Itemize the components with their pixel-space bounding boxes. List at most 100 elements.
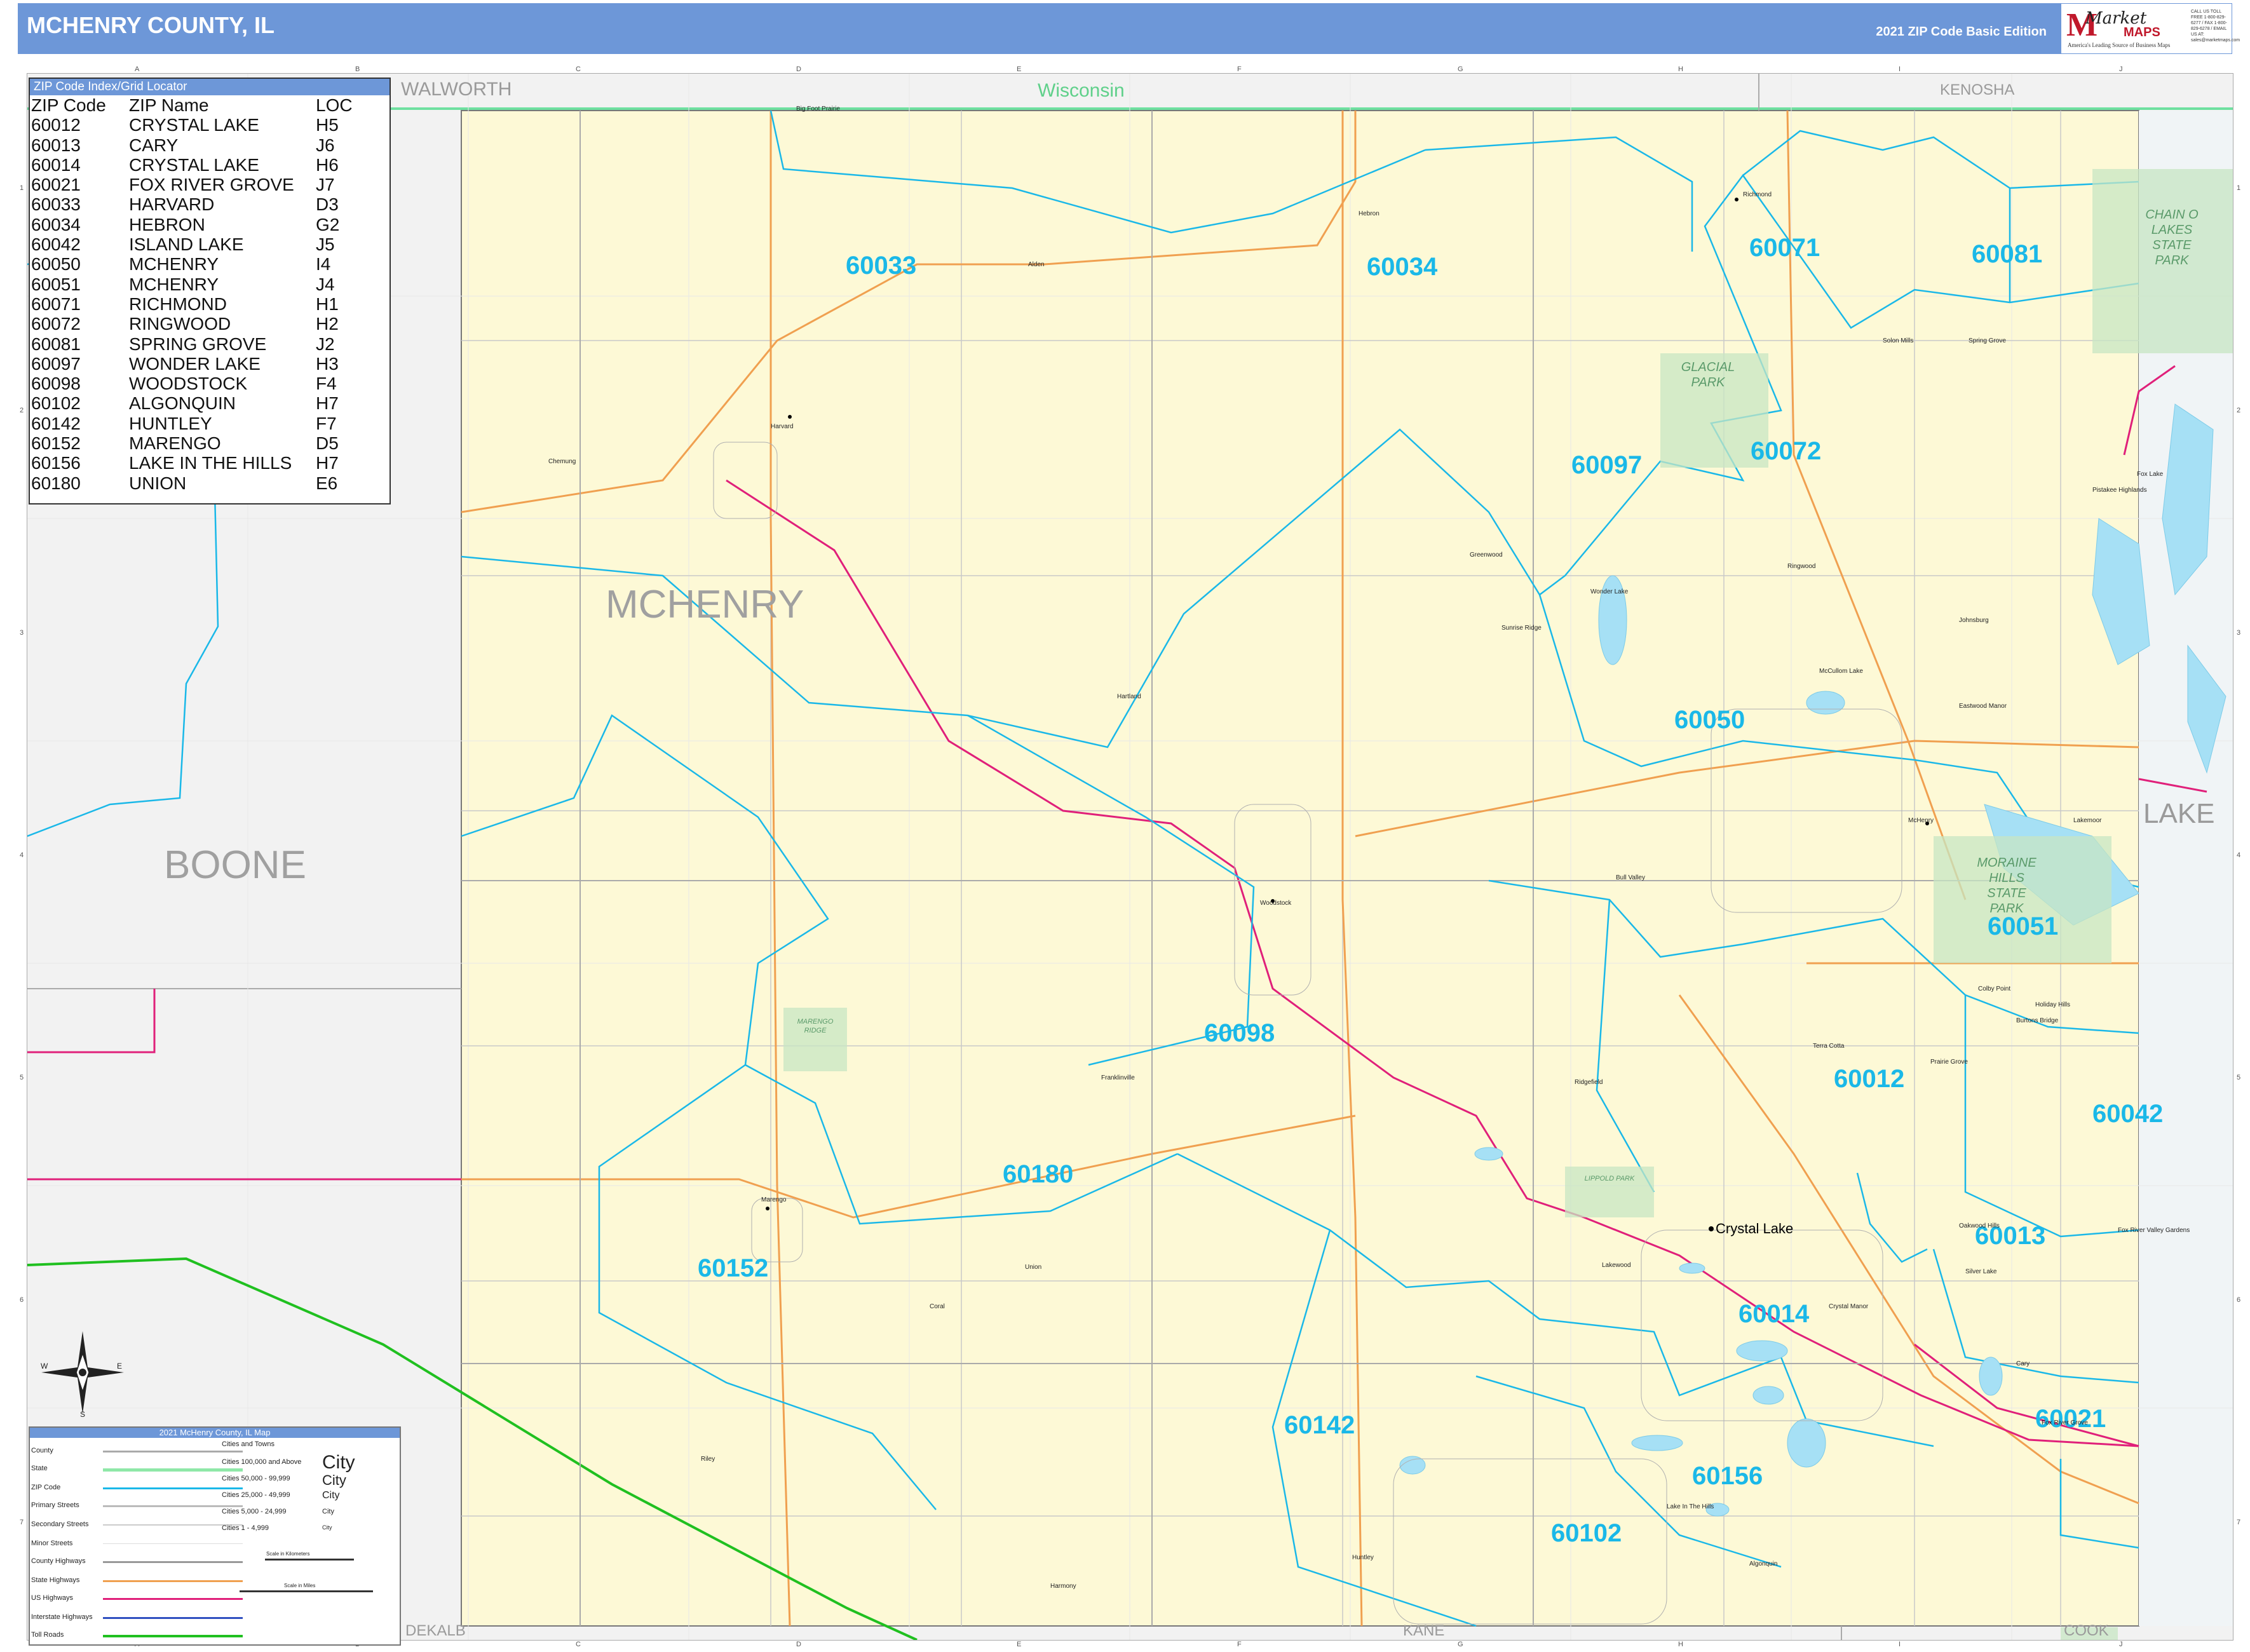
city-label-spring-grove[interactable]: Spring Grove xyxy=(1969,337,2006,344)
zip-index-cell-code: 60051 xyxy=(31,274,81,294)
zip-index-row: 60042 ISLAND LAKE J5 xyxy=(31,234,355,254)
zip-label-60042[interactable]: 60042 xyxy=(2092,1100,2163,1128)
zip-label-60033[interactable]: 60033 xyxy=(846,252,916,280)
city-label-hartland[interactable]: Hartland xyxy=(1117,693,1141,700)
grid-letter: I xyxy=(1899,1641,1901,1648)
legend-primary: Primary Streets xyxy=(31,1501,79,1509)
city-label-silver-lake[interactable]: Silver Lake xyxy=(1965,1268,1996,1275)
city-label-prairie-grove[interactable]: Prairie Grove xyxy=(1930,1059,1968,1066)
city-label-johnsburg[interactable]: Johnsburg xyxy=(1959,617,1989,624)
zip-index-cell-code: 60014 xyxy=(31,154,81,175)
grid-letter: A xyxy=(135,65,140,73)
zip-index-cell-name: ISLAND LAKE xyxy=(129,234,244,255)
zip-label-60102[interactable]: 60102 xyxy=(1551,1519,1622,1548)
city-label-fox-river-valley-gardens[interactable]: Fox River Valley Gardens xyxy=(2118,1227,2190,1234)
zip-label-60071[interactable]: 60071 xyxy=(1749,234,1820,262)
zip-index-row: 60051 MCHENRY J4 xyxy=(31,274,355,294)
zip-label-60034[interactable]: 60034 xyxy=(1367,253,1437,281)
city-label-bull-valley[interactable]: Bull Valley xyxy=(1616,874,1645,881)
city-label-ringwood[interactable]: Ringwood xyxy=(1787,563,1815,570)
zip-index-cell-code: 60013 xyxy=(31,135,81,155)
zip-label-60142[interactable]: 60142 xyxy=(1284,1411,1355,1440)
zip-label-60156[interactable]: 60156 xyxy=(1692,1462,1763,1491)
header-bar: MCHENRY COUNTY, IL 2021 ZIP Code Basic E… xyxy=(18,3,2240,54)
zip-index-cell-code: 60021 xyxy=(31,175,81,195)
city-label-eastwood-manor[interactable]: Eastwood Manor xyxy=(1959,703,2007,710)
legend-city-sample-4: City xyxy=(322,1524,332,1531)
city-label-richmond[interactable]: Richmond xyxy=(1743,191,1772,198)
city-label-cary[interactable]: Cary xyxy=(2016,1360,2030,1367)
compass-e: E xyxy=(117,1362,122,1371)
zip-label-60012[interactable]: 60012 xyxy=(1834,1065,1904,1093)
zip-index-row: 60033 HARVARD D3 xyxy=(31,194,355,214)
city-label-pistakee-highlands[interactable]: Pistakee Highlands xyxy=(2092,487,2147,494)
city-label-greenwood[interactable]: Greenwood xyxy=(1470,552,1503,559)
city-label-wonder-lake[interactable]: Wonder Lake xyxy=(1590,588,1628,595)
zip-label-60014[interactable]: 60014 xyxy=(1738,1300,1809,1329)
city-label-riley[interactable]: Riley xyxy=(701,1456,715,1463)
city-label-lake-in-the-hills[interactable]: Lake In The Hills xyxy=(1667,1503,1714,1510)
city-label-huntley[interactable]: Huntley xyxy=(1352,1554,1374,1561)
city-label-mccullom-lake[interactable]: McCullom Lake xyxy=(1819,668,1863,675)
city-label-holiday-hills[interactable]: Holiday Hills xyxy=(2035,1001,2070,1008)
city-label-crystal-lake[interactable]: Crystal Lake xyxy=(1716,1221,1793,1237)
city-label-terra-cotta[interactable]: Terra Cotta xyxy=(1813,1043,1844,1050)
city-label-union[interactable]: Union xyxy=(1025,1264,1041,1271)
city-label-lakewood[interactable]: Lakewood xyxy=(1602,1262,1631,1269)
zip-index-cell-loc: H5 xyxy=(316,115,339,135)
zip-label-60081[interactable]: 60081 xyxy=(1972,240,2042,269)
city-label-lakemoor[interactable]: Lakemoor xyxy=(2073,817,2101,824)
market-maps-logo: M Market MAPS America's Leading Source o… xyxy=(2061,3,2240,54)
zip-label-60051[interactable]: 60051 xyxy=(1988,912,2058,941)
city-label-ridgefield[interactable]: Ridgefield xyxy=(1575,1079,1603,1086)
zip-index-cell-name: HUNTLEY xyxy=(129,413,212,433)
zip-label-60180[interactable]: 60180 xyxy=(1003,1160,1073,1189)
grid-number: 5 xyxy=(20,1074,24,1081)
city-label-colby-point[interactable]: Colby Point xyxy=(1978,985,2010,992)
zip-index-cell-code: 60034 xyxy=(31,214,81,234)
city-label-coral[interactable]: Coral xyxy=(930,1303,945,1310)
park-label-glacial: GLACIAL PARK xyxy=(1681,360,1735,389)
city-label-fox-lake[interactable]: Fox Lake xyxy=(2137,471,2163,478)
city-label-oakwood-hills[interactable]: Oakwood Hills xyxy=(1959,1222,2000,1229)
city-label-algonquin[interactable]: Algonquin xyxy=(1749,1561,1777,1567)
zip-index-cell-code: 60152 xyxy=(31,433,81,454)
city-label-sunrise-ridge[interactable]: Sunrise Ridge xyxy=(1501,625,1542,632)
legend-sample-toll xyxy=(103,1635,243,1637)
city-label-chemung[interactable]: Chemung xyxy=(548,458,576,465)
city-label-mchenry[interactable]: McHenry xyxy=(1908,817,1934,824)
legend-city-class-2: Cities 25,000 - 49,999 xyxy=(222,1491,290,1499)
city-label-franklinville[interactable]: Franklinville xyxy=(1101,1074,1135,1081)
zip-index-cell-loc: H3 xyxy=(316,353,339,374)
city-label-woodstock[interactable]: Woodstock xyxy=(1260,900,1291,907)
city-label-harmony[interactable]: Harmony xyxy=(1050,1583,1076,1590)
zip-label-60072[interactable]: 60072 xyxy=(1751,437,1821,466)
zip-index-cell-name: RICHMOND xyxy=(129,294,227,314)
city-label-big-foot[interactable]: Big Foot Prairie xyxy=(796,105,840,112)
legend-minor: Minor Streets xyxy=(31,1540,73,1547)
zip-index-row: 60152 MARENGO D5 xyxy=(31,433,355,453)
zip-index-row: 60034 HEBRON G2 xyxy=(31,215,355,234)
page-title: MCHENRY COUNTY, IL xyxy=(27,12,275,38)
zip-label-60097[interactable]: 60097 xyxy=(1571,451,1642,480)
city-label-burtons-bridge[interactable]: Burtons Bridge xyxy=(2016,1017,2058,1024)
city-label-fox-river-grove[interactable]: Fox River Grove xyxy=(2042,1419,2088,1426)
legend-sample-minor xyxy=(103,1543,243,1544)
edition-label: 2021 ZIP Code Basic Edition xyxy=(1876,25,2047,39)
zip-index-cell-name: UNION xyxy=(129,473,187,493)
city-label-crystal-manor[interactable]: Crystal Manor xyxy=(1829,1303,1868,1310)
zip-label-60098[interactable]: 60098 xyxy=(1204,1019,1275,1048)
zip-index-cell-code: 60050 xyxy=(31,254,81,274)
city-label-harvard[interactable]: Harvard xyxy=(771,423,794,430)
city-label-marengo[interactable]: Marengo xyxy=(761,1196,786,1203)
logo-brand-maps: MAPS xyxy=(2124,25,2160,39)
city-label-hebron[interactable]: Hebron xyxy=(1359,210,1379,217)
city-label-solon-mills[interactable]: Solon Mills xyxy=(1883,337,1913,344)
legend-scale-km-label: Scale in Kilometers xyxy=(266,1551,310,1557)
zip-index-cell-name: RINGWOOD xyxy=(129,314,231,334)
zip-label-60152[interactable]: 60152 xyxy=(698,1254,768,1283)
zip-label-60050[interactable]: 60050 xyxy=(1674,706,1745,735)
county-label-dekalb: DEKALB xyxy=(405,1622,466,1639)
city-label-alden[interactable]: Alden xyxy=(1028,261,1045,268)
grid-number: 6 xyxy=(2237,1296,2241,1304)
